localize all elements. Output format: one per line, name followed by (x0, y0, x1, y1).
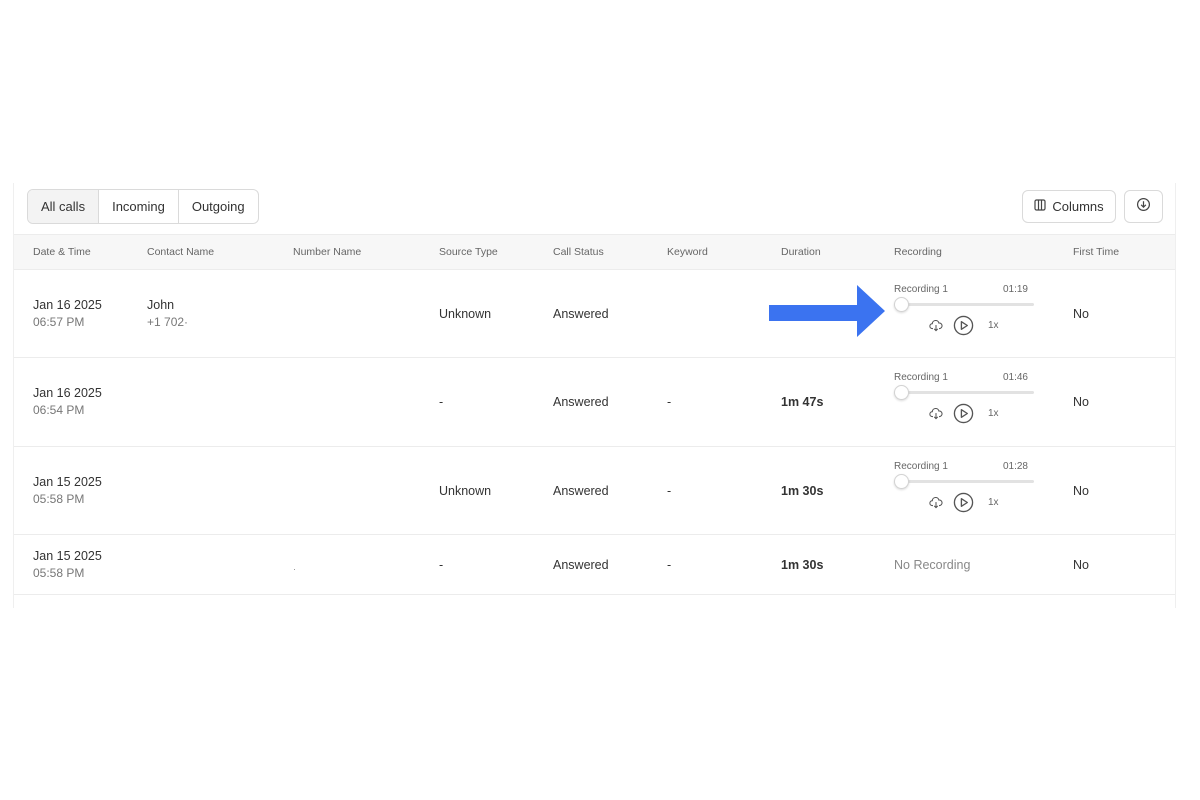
columns-icon (1034, 199, 1046, 214)
download-icon (1136, 197, 1151, 217)
source-type: - (439, 395, 444, 409)
column-header-first-time[interactable]: First Time (1073, 246, 1119, 258)
column-header-contact-name[interactable]: Contact Name (147, 246, 214, 258)
call-date: Jan 16 2025 (33, 386, 102, 400)
contact-number: +1 702· (147, 315, 189, 329)
playback-speed[interactable]: 1x (988, 320, 999, 331)
recording-label: Recording 1 (894, 284, 948, 295)
column-header-call-status[interactable]: Call Status (553, 246, 604, 258)
source-type: Unknown (439, 484, 492, 498)
recording-length: 01:46 (1002, 372, 1028, 383)
playback-scrubber-handle[interactable] (894, 385, 909, 400)
play-icon[interactable] (953, 403, 974, 424)
table-row[interactable]: Jan 16 2025 06:57 PM John +1 702· Unknow… (14, 270, 1175, 358)
recording-length: 01:28 (1002, 461, 1028, 472)
first-time: No (1073, 484, 1089, 498)
call-status: Answered (553, 558, 609, 572)
call-time: 06:54 PM (33, 403, 85, 417)
playback-scrubber-handle[interactable] (894, 297, 909, 312)
tab-outgoing[interactable]: Outgoing (179, 190, 258, 223)
playback-scrubber[interactable] (894, 474, 1034, 489)
recording-label: Recording 1 (894, 372, 948, 383)
duration: 1m 47s (781, 395, 824, 409)
first-time: No (1073, 395, 1089, 409)
call-date: Jan 15 2025 (33, 475, 102, 489)
number-name: · (293, 564, 296, 574)
call-status: Answered (553, 484, 609, 498)
column-header-recording[interactable]: Recording (894, 246, 942, 258)
columns-button[interactable]: Columns (1022, 190, 1116, 223)
call-date: Jan 15 2025 (33, 549, 102, 563)
playback-speed[interactable]: 1x (988, 497, 999, 508)
table-header: Date & Time Contact Name Number Name Sou… (14, 234, 1175, 270)
duration: 1m 30s (781, 484, 824, 498)
playback-speed[interactable]: 1x (988, 408, 999, 419)
call-status: Answered (553, 307, 609, 321)
call-time: 05:58 PM (33, 566, 85, 580)
call-log-toolbar: All calls Incoming Outgoing Columns (14, 183, 1175, 234)
recording-player: Recording 1 01:46 1x (894, 372, 1036, 424)
table-row[interactable]: Jan 15 2025 05:58 PM Unknown Answered - … (14, 447, 1175, 535)
recording-length: 01:19 (1002, 284, 1028, 295)
cloud-download-icon[interactable] (929, 496, 943, 509)
first-time: No (1073, 307, 1089, 321)
recording-player: Recording 1 01:28 1x (894, 461, 1036, 513)
call-status: Answered (553, 395, 609, 409)
recording-label: Recording 1 (894, 461, 948, 472)
duration: 1m 30s (781, 558, 824, 572)
playback-scrubber[interactable] (894, 385, 1034, 400)
contact-name[interactable]: John (147, 298, 174, 312)
cloud-download-icon[interactable] (929, 407, 943, 420)
keyword: - (667, 558, 672, 572)
call-direction-filter: All calls Incoming Outgoing (27, 189, 259, 224)
column-header-number-name[interactable]: Number Name (293, 246, 361, 258)
keyword: - (667, 484, 672, 498)
call-time: 06:57 PM (33, 315, 85, 329)
annotation-arrow-shape (769, 285, 885, 337)
recording-player: Recording 1 01:19 1x (894, 284, 1036, 336)
cloud-download-icon[interactable] (929, 319, 943, 332)
column-header-duration[interactable]: Duration (781, 246, 821, 258)
tab-incoming[interactable]: Incoming (99, 190, 179, 223)
annotation-arrow (769, 285, 885, 337)
column-header-date-time[interactable]: Date & Time (33, 246, 91, 258)
playback-scrubber-handle[interactable] (894, 474, 909, 489)
column-header-keyword[interactable]: Keyword (667, 246, 708, 258)
columns-label: Columns (1052, 199, 1104, 214)
source-type: Unknown (439, 307, 492, 321)
tab-all-calls[interactable]: All calls (28, 190, 100, 223)
first-time: No (1073, 558, 1089, 572)
play-icon[interactable] (953, 492, 974, 513)
column-header-source-type[interactable]: Source Type (439, 246, 498, 258)
call-log-panel: All calls Incoming Outgoing Columns Date… (13, 183, 1176, 608)
play-icon[interactable] (953, 315, 974, 336)
source-type: - (439, 558, 444, 572)
call-time: 05:58 PM (33, 492, 85, 506)
table-row[interactable]: Jan 15 2025 05:58 PM · - Answered - 1m 3… (14, 535, 1175, 595)
keyword: - (667, 395, 672, 409)
table-row[interactable]: Jan 16 2025 06:54 PM - Answered - 1m 47s… (14, 358, 1175, 447)
export-download-button[interactable] (1124, 190, 1163, 223)
no-recording-text: No Recording (894, 558, 971, 572)
playback-scrubber[interactable] (894, 297, 1034, 312)
call-date: Jan 16 2025 (33, 298, 102, 312)
